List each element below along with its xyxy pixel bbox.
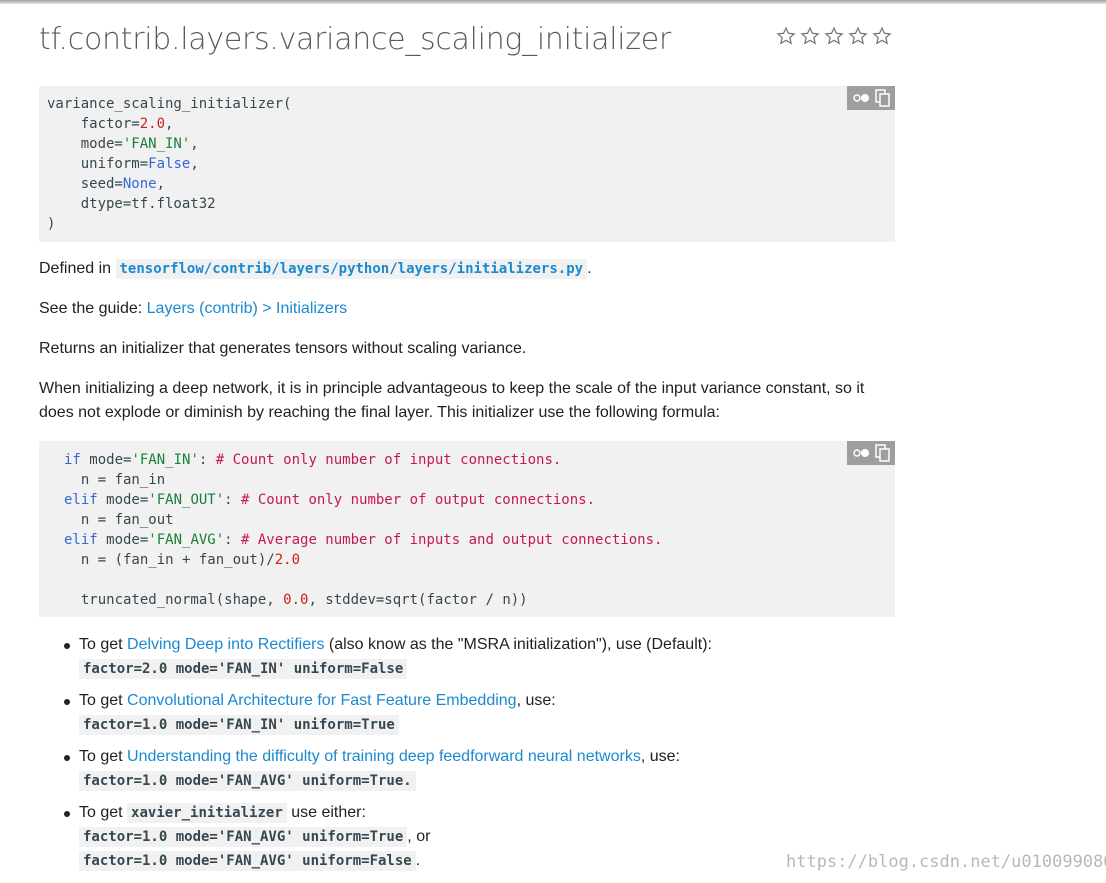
- guide-link[interactable]: Layers (contrib) > Initializers: [147, 300, 348, 317]
- theme-toggle-icon[interactable]: [852, 91, 872, 105]
- description-line-2: does not explode or diminish by reaching…: [39, 404, 720, 421]
- signature-code-block: variance_scaling_initializer( factor=2.0…: [39, 86, 895, 242]
- list-bullet: [64, 755, 70, 761]
- list-bullet: [64, 643, 70, 649]
- list-item: To get Convolutional Architecture for Fa…: [79, 692, 556, 709]
- code-toolbar: [847, 86, 895, 110]
- returns-text: Returns an initializer that generates te…: [39, 340, 527, 357]
- paper-link[interactable]: Delving Deep into Rectifiers: [127, 636, 324, 653]
- star-outline-icon[interactable]: [848, 26, 868, 46]
- formula-code-block: if mode='FAN_IN': # Count only number of…: [39, 441, 895, 617]
- list-item-code: factor=1.0 mode='FAN_AVG' uniform=False.: [79, 849, 420, 873]
- description-line-1: When initializing a deep network, it is …: [39, 380, 865, 397]
- xavier-inline-code: xavier_initializer: [127, 803, 287, 823]
- guide-line: See the guide: Layers (contrib) > Initia…: [39, 300, 348, 317]
- copy-icon[interactable]: [874, 89, 891, 107]
- list-item: To get Delving Deep into Rectifiers (als…: [79, 636, 712, 653]
- list-bullet: [64, 811, 70, 817]
- theme-toggle-icon[interactable]: [852, 446, 872, 460]
- defined-in: Defined in tensorflow/contrib/layers/pyt…: [39, 259, 592, 279]
- list-item: To get Understanding the difficulty of t…: [79, 748, 680, 765]
- top-shadow-bar: [0, 0, 1106, 4]
- code-toolbar: [847, 441, 895, 465]
- copy-icon[interactable]: [874, 444, 891, 462]
- watermark: https://blog.csdn.net/u010099080: [786, 852, 1106, 872]
- star-outline-icon[interactable]: [872, 26, 892, 46]
- paper-link[interactable]: Convolutional Architecture for Fast Feat…: [127, 692, 517, 709]
- star-outline-icon[interactable]: [776, 26, 796, 46]
- formula-code: if mode='FAN_IN': # Count only number of…: [64, 452, 663, 608]
- list-item-code: factor=1.0 mode='FAN_AVG' uniform=True.: [79, 769, 416, 793]
- page-title: tf.contrib.layers.variance_scaling_initi…: [39, 22, 671, 57]
- star-outline-icon[interactable]: [824, 26, 844, 46]
- list-item-code: factor=1.0 mode='FAN_IN' uniform=True: [79, 713, 399, 737]
- list-item-code: factor=1.0 mode='FAN_AVG' uniform=True, …: [79, 825, 430, 849]
- signature-code: variance_scaling_initializer( factor=2.0…: [47, 96, 292, 232]
- list-item-code: factor=2.0 mode='FAN_IN' uniform=False: [79, 657, 408, 681]
- list-bullet: [64, 699, 70, 705]
- paper-link[interactable]: Understanding the difficulty of training…: [127, 748, 641, 765]
- list-item: To get xavier_initializer use either:: [79, 803, 366, 823]
- source-file-link[interactable]: tensorflow/contrib/layers/python/layers/…: [115, 259, 588, 279]
- rating-stars[interactable]: [776, 26, 892, 46]
- star-outline-icon[interactable]: [800, 26, 820, 46]
